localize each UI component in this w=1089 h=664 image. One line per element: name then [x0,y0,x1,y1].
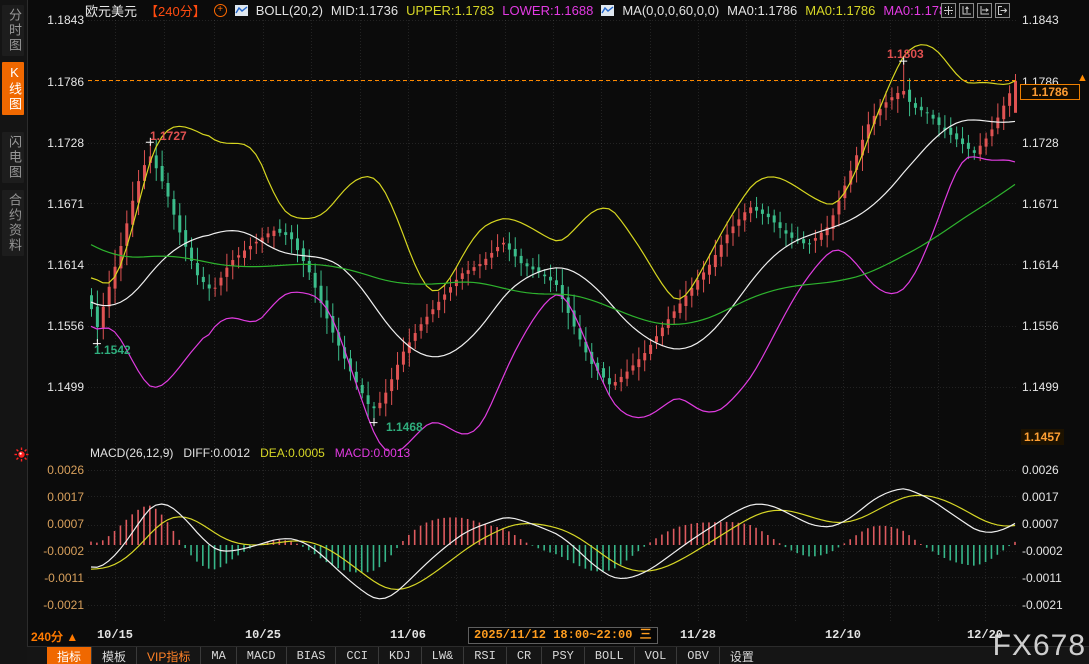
macd-diff-value: DIFF:0.0012 [183,446,250,460]
toolbar-tab-psy[interactable]: PSY [541,647,584,664]
chart-legend-bar: 欧元美元 【240分】 + BOLL(20,2) MID:1.1736 UPPE… [27,0,1089,20]
boll-lower-value: LOWER:1.1688 [502,3,593,18]
toolbar-tab-boll[interactable]: BOLL [584,647,634,664]
toolbar-tab-ma[interactable]: MA [200,647,235,664]
toolbar-tab-cci[interactable]: CCI [335,647,378,664]
price-axis-label-left: -0.0011 [20,571,84,585]
extreme-price-annotation: 1.1542 [94,343,131,357]
boll-name: BOLL(20,2) [256,3,323,18]
extreme-price-annotation: 1.1803 [887,47,924,61]
price-axis-label-right: -0.0002 [1022,544,1086,558]
price-axis-label-right: 1.1556 [1022,319,1086,333]
ma0-yellow-value: MA0:1.1786 [805,3,875,18]
price-axis-label-right: -0.0011 [1022,571,1086,585]
toolbar-tab-macd[interactable]: MACD [236,647,286,664]
zoom-y-axis-icon[interactable] [959,3,974,18]
extreme-price-annotation: 1.1468 [386,420,423,434]
date-tick: 10/15 [80,628,150,642]
period-switcher[interactable]: 240分 ▲ [31,628,78,645]
watermark: FX678 [993,629,1086,663]
price-axis-label-right: 1.1614 [1022,258,1086,272]
macd-legend: MACD(26,12,9) DIFF:0.0012 DEA:0.0005 MAC… [90,446,410,460]
price-axis-label-right: 1.1671 [1022,197,1086,211]
price-axis-label-left: 1.1556 [20,319,84,333]
price-axis-label-right: -0.0021 [1022,598,1086,612]
date-tick: 12/10 [808,628,878,642]
crosshair-icon[interactable] [941,3,956,18]
price-axis-label-left: 0.0007 [20,517,84,531]
toolbar-tab-[interactable]: 模板 [91,647,136,664]
price-axis-label-left: -0.0021 [20,598,84,612]
price-axis-label-left: -0.0002 [20,544,84,558]
boll-mid-value: MID:1.1736 [331,3,398,18]
period-label[interactable]: 【240分】 [145,1,206,20]
price-axis-label-right: 1.1499 [1022,380,1086,394]
date-tick: 11/06 [373,628,443,642]
price-axis-label-left: 1.1499 [20,380,84,394]
kline-macd-chart[interactable] [0,0,1089,664]
price-axis-label-right: 0.0007 [1022,517,1086,531]
exit-fullscreen-icon[interactable] [995,3,1010,18]
chart-tool-icons [941,3,1010,18]
price-axis-label-right: 1.1728 [1022,136,1086,150]
price-alert-icon[interactable] [14,447,29,467]
trading-app-window: 分时图K线图闪电图合约资料 欧元美元 【240分】 + BOLL(20,2) M… [0,0,1089,664]
toolbar-tab-bias[interactable]: BIAS [286,647,336,664]
zoom-x-axis-icon[interactable] [977,3,992,18]
toolbar-tab-vip[interactable]: VIP指标 [136,647,200,664]
toolbar-tab-obv[interactable]: OBV [676,647,719,664]
price-axis-label-left: 1.1786 [20,75,84,89]
ma-name: MA(0,0,0,60,0,0) [622,3,719,18]
date-axis: 240分 ▲ 10/1510/2511/0611/2812/1012/20 20… [27,626,1089,646]
boll-upper-value: UPPER:1.1783 [406,3,494,18]
toolbar-tab-rsi[interactable]: RSI [463,647,506,664]
boll-indicator-icon [235,5,248,16]
add-indicator-icon[interactable]: + [214,4,227,17]
macd-macd-value: MACD:0.0013 [335,446,410,460]
indicator-toolbar: 指标模板VIP指标MAMACDBIASCCIKDJLW&RSICRPSYBOLL… [27,646,1089,664]
price-axis-label-left: 0.0026 [20,463,84,477]
price-axis-label-left: 0.0017 [20,490,84,504]
price-axis-label-left: 1.1671 [20,197,84,211]
current-price-tag: 1.1786 [1020,84,1080,100]
extreme-price-annotation: 1.1727 [150,129,187,143]
session-low-tag: 1.1457 [1021,429,1064,445]
ma-indicator-icon [601,5,614,16]
toolbar-tab-kdj[interactable]: KDJ [378,647,421,664]
price-axis-label-right: 0.0026 [1022,463,1086,477]
date-tick: 10/25 [228,628,298,642]
date-tick: 11/28 [663,628,733,642]
symbol-name: 欧元美元 [85,1,137,20]
ma0-white-value: MA0:1.1786 [727,3,797,18]
macd-dea-value: DEA:0.0005 [260,446,325,460]
price-up-arrow-icon: ▲ [1077,72,1088,84]
price-axis-label-right: 0.0017 [1022,490,1086,504]
toolbar-tab-[interactable]: 指标 [47,647,91,664]
macd-name: MACD(26,12,9) [90,446,173,460]
toolbar-tab-lw[interactable]: LW& [421,647,464,664]
toolbar-tab-[interactable]: 设置 [719,647,764,664]
toolbar-tab-cr[interactable]: CR [506,647,541,664]
hovered-bar-time: 2025/11/12 18:00~22:00 三 [468,627,658,644]
toolbar-tab-vol[interactable]: VOL [634,647,677,664]
price-axis-label-left: 1.1728 [20,136,84,150]
price-axis-label-left: 1.1614 [20,258,84,272]
